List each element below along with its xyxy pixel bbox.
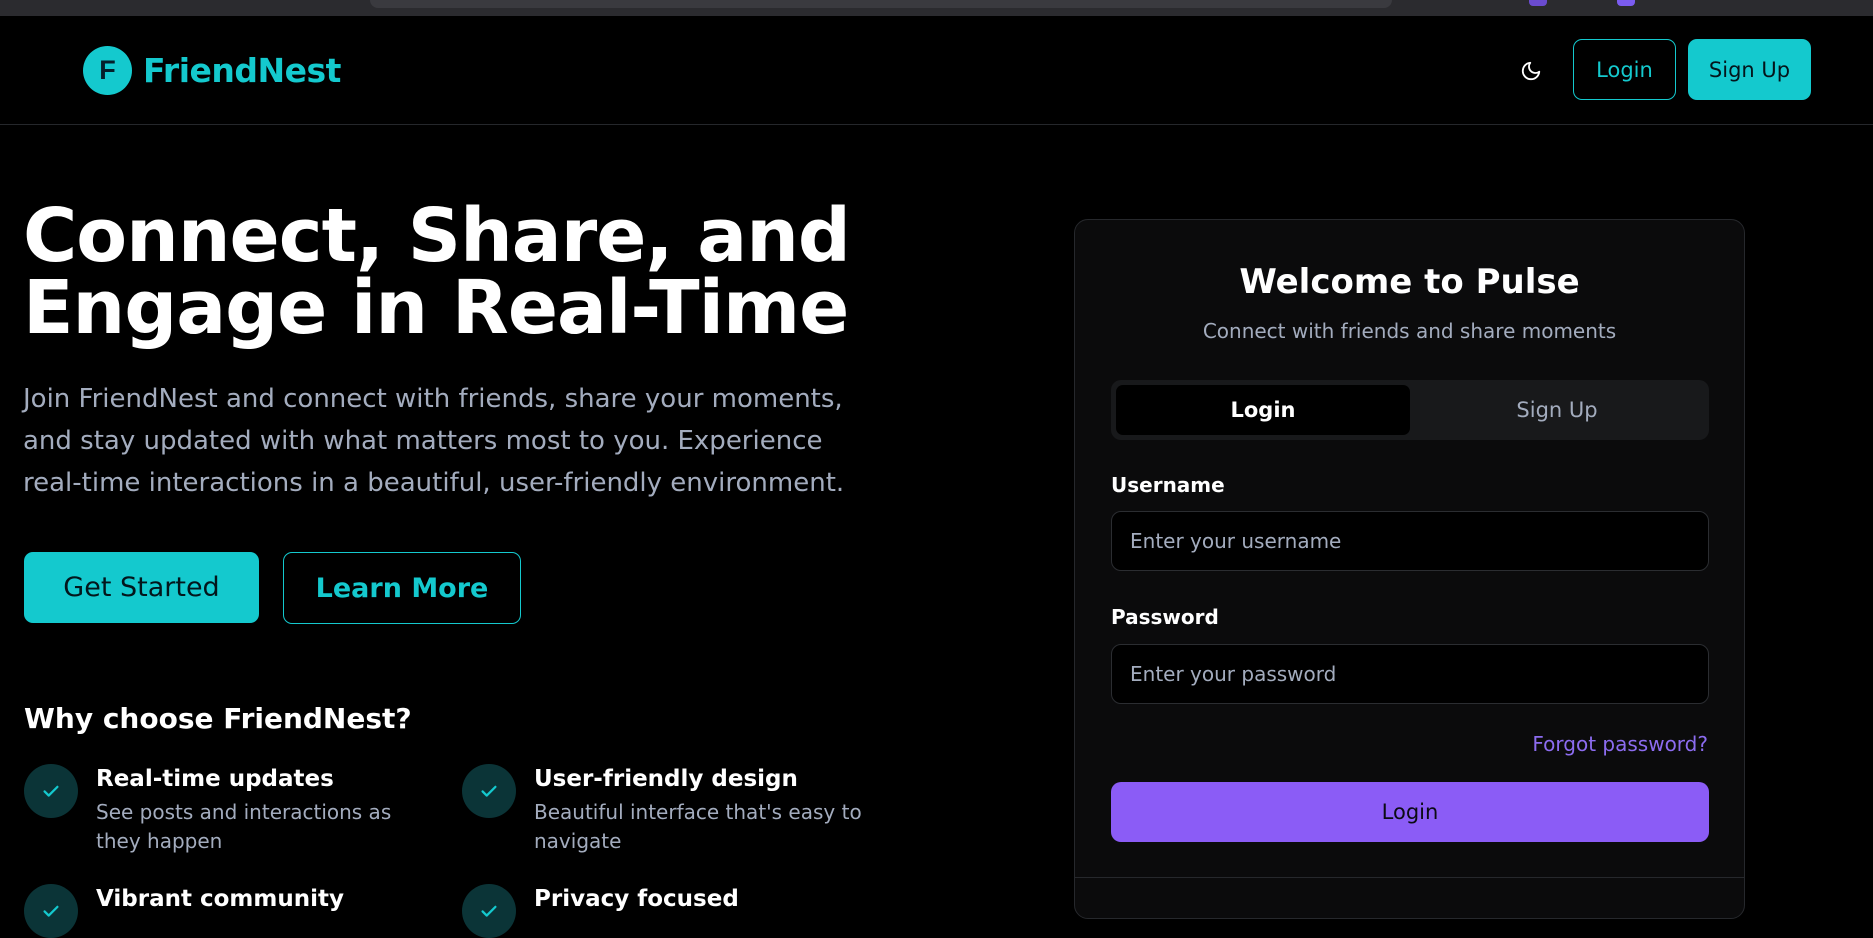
forgot-password-link[interactable]: Forgot password? bbox=[1532, 732, 1708, 756]
hero-title: Connect, Share, and Engage in Real-Time bbox=[23, 199, 863, 345]
feature-title: Privacy focused bbox=[534, 886, 739, 912]
hero-subtitle: Join FriendNest and connect with friends… bbox=[23, 384, 845, 498]
feature-item: Real-time updates See posts and interact… bbox=[24, 764, 426, 856]
nav-signup-button[interactable]: Sign Up bbox=[1688, 39, 1811, 100]
feature-item: User-friendly design Beautiful interface… bbox=[462, 764, 864, 856]
auth-card: Welcome to Pulse Connect with friends an… bbox=[1074, 219, 1745, 919]
auth-card-subtitle: Connect with friends and share moments bbox=[1202, 319, 1617, 343]
browser-address-bar[interactable] bbox=[370, 0, 1392, 8]
tab-signup[interactable]: Sign Up bbox=[1410, 385, 1704, 435]
feature-title: Vibrant community bbox=[96, 886, 344, 912]
check-icon bbox=[24, 764, 78, 818]
card-divider bbox=[1075, 877, 1744, 878]
brand-logo-link[interactable]: F FriendNest bbox=[83, 46, 341, 95]
check-icon bbox=[24, 884, 78, 938]
password-label: Password bbox=[1111, 605, 1219, 629]
auth-card-title: Welcome to Pulse bbox=[1239, 262, 1580, 302]
feature-item: Privacy focused bbox=[462, 884, 739, 938]
feature-description: See posts and interactions as they happe… bbox=[96, 800, 392, 853]
username-label: Username bbox=[1111, 473, 1225, 497]
check-icon bbox=[462, 884, 516, 938]
browser-extension-icon[interactable] bbox=[1617, 0, 1635, 6]
browser-extension-icon[interactable] bbox=[1529, 0, 1547, 6]
moon-icon bbox=[1521, 61, 1541, 81]
hero-title-line2: Engage in Real-Time bbox=[23, 265, 849, 351]
username-input[interactable] bbox=[1111, 511, 1709, 571]
brand-logo-icon: F bbox=[83, 46, 132, 95]
feature-item: Vibrant community bbox=[24, 884, 344, 938]
tab-login[interactable]: Login bbox=[1116, 385, 1410, 435]
top-navbar: F FriendNest Login Sign Up bbox=[0, 16, 1873, 125]
check-icon bbox=[462, 764, 516, 818]
feature-description: Beautiful interface that's easy to navig… bbox=[534, 800, 862, 853]
feature-title: User-friendly design bbox=[534, 766, 798, 792]
nav-login-button[interactable]: Login bbox=[1573, 39, 1676, 100]
brand-name: FriendNest bbox=[143, 51, 341, 90]
auth-tabs: Login Sign Up bbox=[1111, 380, 1709, 440]
feature-title: Real-time updates bbox=[96, 766, 334, 792]
login-submit-button[interactable]: Login bbox=[1111, 782, 1709, 842]
password-input[interactable] bbox=[1111, 644, 1709, 704]
learn-more-button[interactable]: Learn More bbox=[283, 552, 521, 624]
theme-toggle-button[interactable] bbox=[1516, 56, 1546, 86]
get-started-button[interactable]: Get Started bbox=[24, 552, 259, 623]
why-choose-heading: Why choose FriendNest? bbox=[24, 702, 412, 735]
browser-chrome-strip bbox=[0, 0, 1873, 16]
